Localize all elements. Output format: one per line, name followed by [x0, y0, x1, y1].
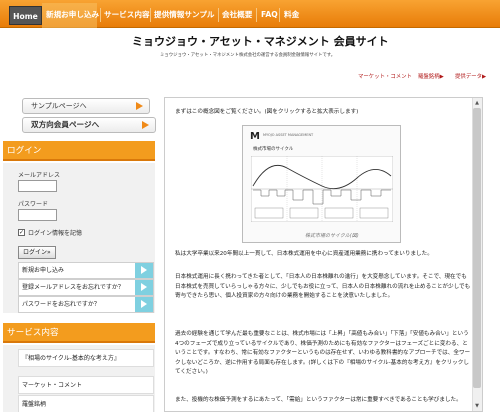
nav-pricing[interactable]: 料金: [284, 0, 299, 28]
cycle-diagram: [251, 156, 393, 222]
figure-logo-text: MYOJO ASSET MANAGEMENT: [263, 133, 314, 137]
paragraph-3: 過去の経験を通じて学んだ最も重要なことは、株式市場には「上昇」「高値もみ合い」「…: [175, 331, 471, 375]
arrow-right-icon: [135, 280, 153, 295]
nav-company[interactable]: 会社概要: [222, 0, 252, 28]
nav-separator: [100, 8, 101, 22]
nav-home[interactable]: Home: [9, 6, 42, 25]
site-title: ミョウジョウ・アセット・マネジメント 会員サイト: [132, 35, 389, 48]
intro-text: まずはこの概念図をご覧ください。(図をクリックすると拡大表示します): [175, 109, 359, 115]
site-subtitle: ミョウジョウ・アセット・マネジメント株式会社の運営する会員制金融情報サイトです。: [160, 53, 336, 58]
vertical-scrollbar[interactable]: ▲ ▼: [472, 98, 482, 411]
scrollbar-thumb[interactable]: [473, 108, 481, 388]
nav-new-application[interactable]: 新規お申し込み: [46, 0, 99, 28]
nav-faq[interactable]: FAQ: [261, 0, 278, 28]
quick-link-market-comment[interactable]: マーケット・コメント: [358, 72, 412, 80]
member-page-button[interactable]: 双方向会員ページへ: [22, 117, 156, 133]
arrow-right-icon: [142, 121, 149, 129]
nav-sample[interactable]: 提供情報サンプル: [154, 0, 215, 28]
sample-page-label: サンプルページへ: [31, 102, 87, 110]
company-logo-icon: M: [250, 131, 260, 142]
paragraph-1: 私は大学卒業以来20年間以上一貫して、日本株式運用を中心に資産運用業務に携わって…: [175, 251, 433, 257]
nav-separator: [150, 8, 151, 22]
arrow-right-icon: [135, 263, 153, 278]
sidebar-link-forgot-password[interactable]: パスワードをお忘れですか？: [18, 296, 154, 313]
member-page-label: 双方向会員ページへ: [31, 120, 100, 129]
sidebar-link-new-application[interactable]: 新規お申し込み: [18, 262, 154, 279]
nav-services[interactable]: サービス内容: [104, 0, 150, 28]
service-item-stocks[interactable]: 羅盤銘柄: [18, 395, 154, 412]
password-field[interactable]: [18, 209, 57, 221]
login-heading: ログイン: [3, 141, 155, 161]
sidebar-link-label: 新規お申し込み: [22, 267, 65, 274]
paragraph-4: また、投機的な株価予測をするにあたって、「需給」というファクターは常に重要すべき…: [175, 397, 462, 403]
email-field[interactable]: [18, 180, 57, 192]
figure-title: 株式市場のサイクル: [253, 147, 294, 152]
service-item-cycle[interactable]: 『相場のサイクル-基本的な考え方』: [18, 349, 154, 367]
paragraph-2: 日本株式運用に長く携わってきた者として、「日本人の日本株離れの進行」を大変懸念し…: [175, 274, 471, 299]
sidebar-link-forgot-email[interactable]: 登録メールアドレスをお忘れですか？: [18, 279, 154, 296]
top-navigation: Home 新規お申し込み サービス内容 提供情報サンプル 会社概要 FAQ 料金: [0, 0, 500, 28]
scroll-down-icon[interactable]: ▼: [473, 402, 481, 410]
nav-separator: [279, 8, 280, 22]
password-label: パスワード: [18, 201, 49, 208]
arrow-right-icon: [135, 297, 153, 312]
login-button[interactable]: ログイン»: [18, 246, 56, 259]
service-item-market-comment[interactable]: マーケット・コメント: [18, 376, 154, 394]
sidebar-link-label: パスワードをお忘れですか？: [22, 301, 100, 308]
sidebar-link-label: 登録メールアドレスをお忘れですか？: [22, 284, 124, 291]
quick-link-stocks[interactable]: 羅盤銘柄▶: [418, 72, 444, 80]
figure-caption: 株式市場のサイクル(図): [305, 233, 359, 239]
main-content: まずはこの概念図をご覧ください。(図をクリックすると拡大表示します) M MYO…: [164, 97, 483, 412]
remember-label: ログイン情報を記憶: [28, 230, 83, 237]
scroll-up-icon[interactable]: ▲: [473, 99, 481, 107]
sample-page-button[interactable]: サンプルページへ: [22, 98, 150, 114]
services-heading: サービス内容: [3, 323, 155, 343]
remember-checkbox[interactable]: ✓: [18, 229, 25, 236]
quick-link-data[interactable]: 提供データ▶: [455, 72, 486, 80]
arrow-right-icon: [136, 102, 143, 110]
cycle-figure[interactable]: M MYOJO ASSET MANAGEMENT 株式市場のサイクル 株式市場の…: [242, 125, 401, 243]
email-label: メールアドレス: [18, 172, 61, 179]
nav-separator: [218, 8, 219, 22]
nav-separator: [256, 8, 257, 22]
